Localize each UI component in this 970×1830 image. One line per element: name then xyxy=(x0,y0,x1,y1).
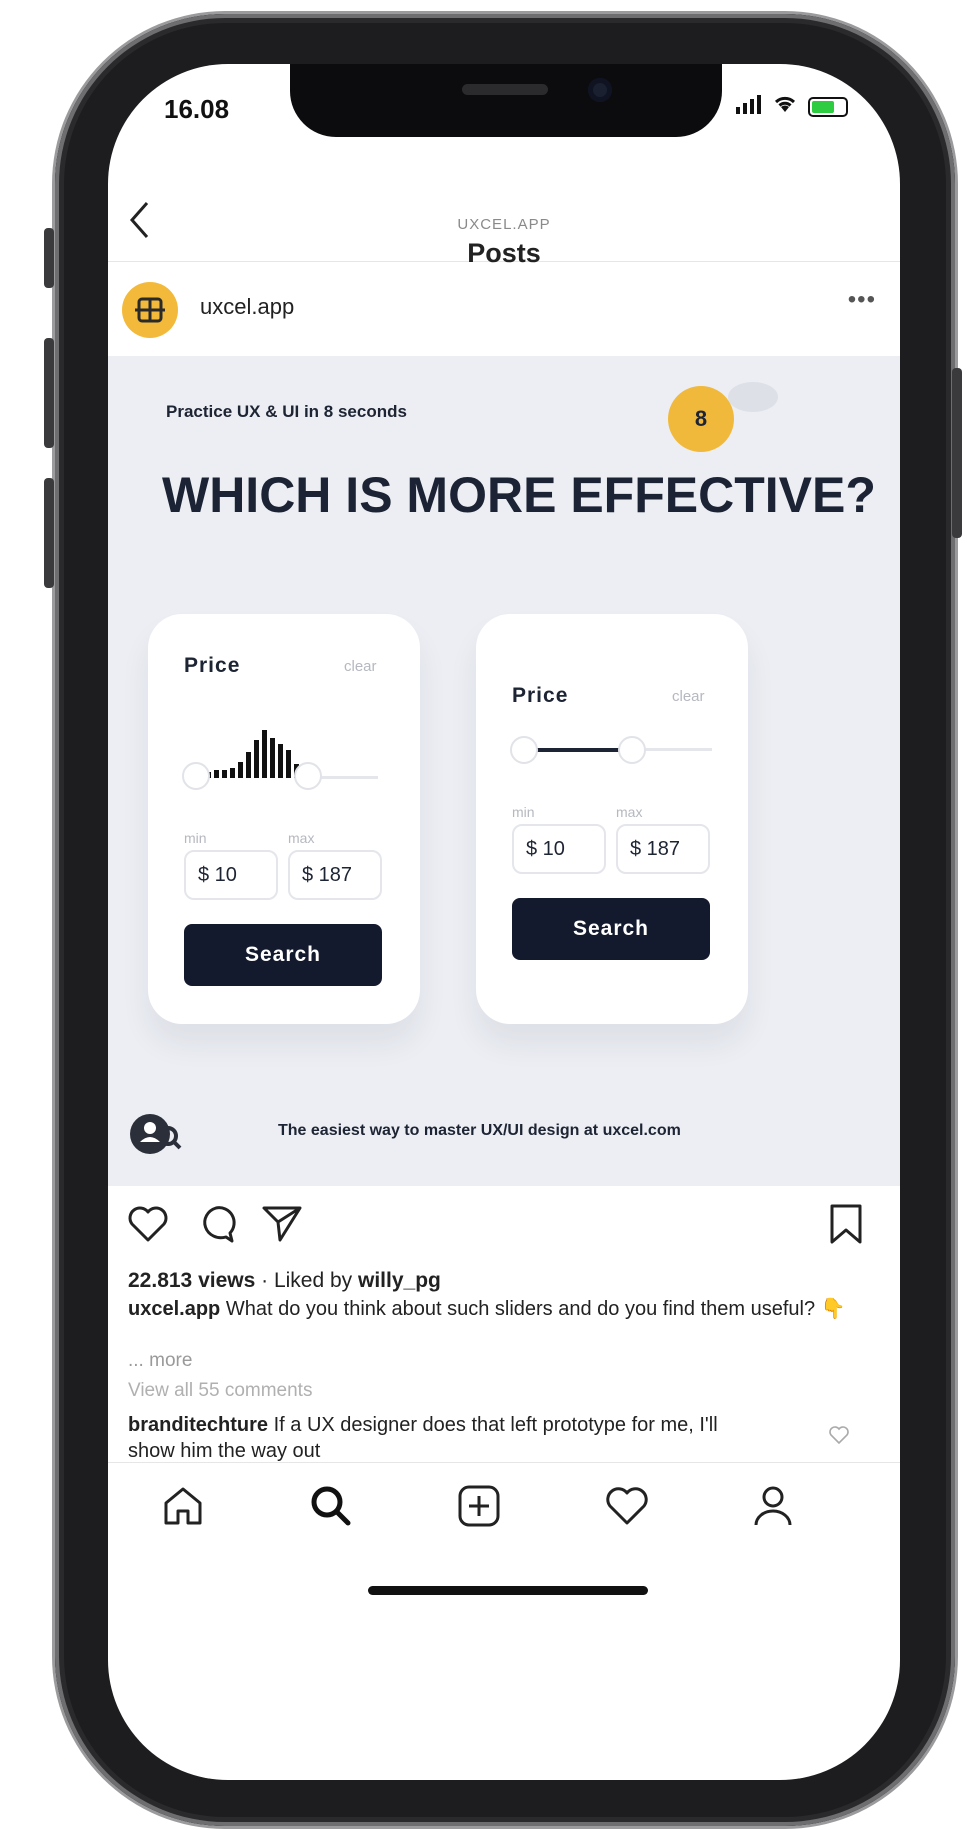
top-comment: branditechture If a UX designer does tha… xyxy=(128,1412,768,1464)
practice-label: Practice UX & UI in 8 seconds xyxy=(166,402,407,421)
timer-badge: 8 xyxy=(668,386,734,452)
price-label: Price xyxy=(512,684,569,707)
max-label: max xyxy=(288,830,315,846)
wifi-icon xyxy=(772,94,798,120)
footer-tagline-text: The easiest way to master UX/UI design a… xyxy=(278,1122,599,1139)
post-image-footer: The easiest way to master UX/UI design a… xyxy=(108,1108,900,1168)
status-time: 16.08 xyxy=(164,94,230,124)
share-send-icon[interactable] xyxy=(258,1200,306,1248)
like-heart-icon[interactable] xyxy=(124,1200,172,1248)
max-price-input[interactable]: $ 187 xyxy=(288,850,382,900)
search-button[interactable]: Search xyxy=(512,898,710,960)
slider-handle-max[interactable] xyxy=(618,736,646,764)
price-histogram xyxy=(206,730,306,778)
user-search-icon xyxy=(128,1108,184,1160)
home-indicator xyxy=(368,1586,648,1595)
nav-header: UXCEL.APP Posts xyxy=(108,142,900,268)
volume-down-button xyxy=(44,478,54,588)
max-price-input[interactable]: $ 187 xyxy=(616,824,710,874)
more-options-icon[interactable]: ••• xyxy=(848,286,876,314)
signal-icon xyxy=(736,94,762,120)
min-price-input[interactable]: $ 10 xyxy=(512,824,606,874)
header-subtitle: UXCEL.APP xyxy=(457,216,551,233)
search-button[interactable]: Search xyxy=(184,924,382,986)
mute-switch xyxy=(44,228,54,288)
activity-heart-icon[interactable] xyxy=(602,1481,652,1531)
caption-username[interactable]: uxcel.app xyxy=(128,1298,220,1320)
post-caption: uxcel.app What do you think about such s… xyxy=(128,1296,848,1322)
post-image[interactable]: Practice UX & UI in 8 seconds 8 WHICH IS… xyxy=(108,356,900,1186)
search-icon[interactable] xyxy=(306,1481,356,1531)
comment-like-heart-icon[interactable] xyxy=(828,1424,850,1446)
front-camera xyxy=(588,78,612,102)
max-label: max xyxy=(616,804,643,820)
min-label: min xyxy=(512,804,535,820)
slider-handle-min[interactable] xyxy=(182,762,210,790)
bottom-tab-bar xyxy=(108,1462,900,1572)
speaker xyxy=(462,84,548,95)
post-username[interactable]: uxcel.app xyxy=(200,294,294,320)
battery-icon xyxy=(808,97,848,117)
caption-text: What do you think about such sliders and… xyxy=(225,1298,846,1320)
post-actions xyxy=(108,1190,900,1260)
slider-handle-max[interactable] xyxy=(294,762,322,790)
clear-link[interactable]: clear xyxy=(672,688,705,705)
footer-link: uxcel.com xyxy=(602,1122,681,1139)
phone-screen: 16.08 UXCEL.APP Posts uxcel.app ••• Prac… xyxy=(108,64,900,1780)
notch xyxy=(290,64,722,137)
slider-handle-min[interactable] xyxy=(510,736,538,764)
screenshot: 16.08 UXCEL.APP Posts uxcel.app ••• Prac… xyxy=(0,0,970,1830)
power-button xyxy=(952,368,962,538)
views-and-likes: 22.813 views · Liked by willy_pg xyxy=(128,1269,441,1293)
price-card-slider: Price clear min max $ 10 $ 187 Search xyxy=(476,614,748,1024)
home-icon[interactable] xyxy=(158,1481,208,1531)
profile-icon[interactable] xyxy=(748,1481,798,1531)
price-card-histogram: Price clear min max $ 10 $ 187 Search xyxy=(148,614,420,1024)
view-all-comments-link[interactable]: View all 55 comments xyxy=(128,1380,312,1402)
timer-ring xyxy=(728,382,778,412)
comment-username[interactable]: branditechture xyxy=(128,1414,268,1436)
add-post-icon[interactable] xyxy=(454,1481,504,1531)
price-label: Price xyxy=(184,654,241,677)
liked-by-prefix: · Liked by xyxy=(261,1269,353,1292)
comment-bubble-icon[interactable] xyxy=(192,1200,240,1248)
caption-more-link[interactable]: ... more xyxy=(128,1350,192,1372)
status-icons xyxy=(736,94,848,120)
post-header: uxcel.app ••• xyxy=(108,264,900,356)
views-count: 22.813 views xyxy=(128,1269,256,1292)
bookmark-icon[interactable] xyxy=(822,1200,870,1248)
question-heading: WHICH IS MORE EFFECTIVE? xyxy=(162,467,876,523)
min-label: min xyxy=(184,830,207,846)
footer-tagline: The easiest way to master UX/UI design a… xyxy=(278,1122,681,1140)
liked-by-user[interactable]: willy_pg xyxy=(358,1269,441,1292)
volume-up-button xyxy=(44,338,54,448)
min-price-input[interactable]: $ 10 xyxy=(184,850,278,900)
clear-link[interactable]: clear xyxy=(344,658,377,675)
avatar[interactable] xyxy=(122,282,178,338)
